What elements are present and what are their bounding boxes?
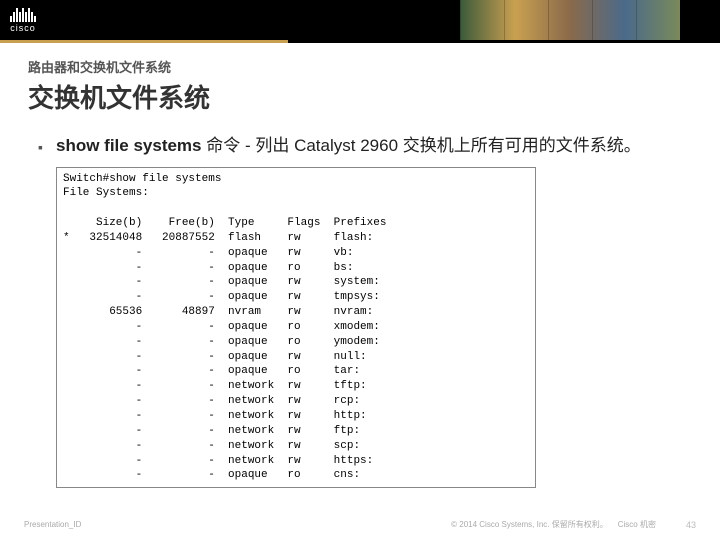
terminal-output: Switch#show file systems File Systems: S… — [56, 167, 536, 489]
terminal-rows: * 32514048 20887552 flash rw flash: - - … — [63, 231, 529, 483]
terminal-row: - - network rw https: — [63, 454, 529, 469]
slide-header: 路由器和交换机文件系统 交换机文件系统 — [0, 43, 720, 123]
terminal-row: - - network rw tftp: — [63, 379, 529, 394]
slide-content: show file systems 命令 - 列出 Catalyst 2960 … — [0, 123, 720, 488]
terminal-row: - - opaque ro bs: — [63, 261, 529, 276]
terminal-prompt-line: Switch#show file systems — [63, 172, 529, 187]
terminal-row: - - network rw scp: — [63, 439, 529, 454]
terminal-row: - - opaque ro ymodem: — [63, 335, 529, 350]
slide-title: 交换机文件系统 — [28, 78, 692, 115]
slide-subtitle: 路由器和交换机文件系统 — [28, 57, 692, 76]
terminal-blank — [63, 201, 529, 216]
terminal-row: * 32514048 20887552 flash rw flash: — [63, 231, 529, 246]
terminal-heading: File Systems: — [63, 186, 529, 201]
terminal-row: 65536 48897 nvram rw nvram: — [63, 305, 529, 320]
footer-copyright: © 2014 Cisco Systems, Inc. 保留所有权利。 — [451, 519, 608, 530]
footer-presentation-id: Presentation_ID — [24, 520, 81, 529]
terminal-row: - - network rw http: — [63, 409, 529, 424]
bullet-text: 命令 - 列出 Catalyst 2960 交换机上所有可用的文件系统。 — [202, 136, 641, 155]
terminal-command: show file systems — [109, 173, 221, 185]
terminal-row: - - opaque rw system: — [63, 275, 529, 290]
terminal-row: - - opaque ro xmodem: — [63, 320, 529, 335]
top-bar: cisco — [0, 0, 720, 40]
footer-confidential: Cisco 机密 — [618, 519, 656, 530]
bullet-item: show file systems 命令 - 列出 Catalyst 2960 … — [56, 133, 680, 159]
terminal-columns: Size(b) Free(b) Type Flags Prefixes — [63, 216, 529, 231]
terminal-row: - - network rw rcp: — [63, 394, 529, 409]
terminal-row: - - opaque rw null: — [63, 350, 529, 365]
terminal-row: - - opaque ro cns: — [63, 468, 529, 483]
cisco-logo: cisco — [10, 8, 36, 33]
terminal-row: - - opaque rw vb: — [63, 246, 529, 261]
slide-footer: Presentation_ID © 2014 Cisco Systems, In… — [0, 519, 720, 530]
terminal-row: - - network rw ftp: — [63, 424, 529, 439]
terminal-row: - - opaque rw tmpsys: — [63, 290, 529, 305]
cisco-logo-text: cisco — [10, 23, 36, 33]
terminal-prompt: Switch# — [63, 173, 109, 185]
terminal-row: - - opaque ro tar: — [63, 364, 529, 379]
footer-page-number: 43 — [686, 520, 696, 530]
banner-photo-strip — [460, 0, 680, 40]
cisco-logo-bars — [10, 8, 36, 22]
bullet-command: show file systems — [56, 136, 202, 155]
